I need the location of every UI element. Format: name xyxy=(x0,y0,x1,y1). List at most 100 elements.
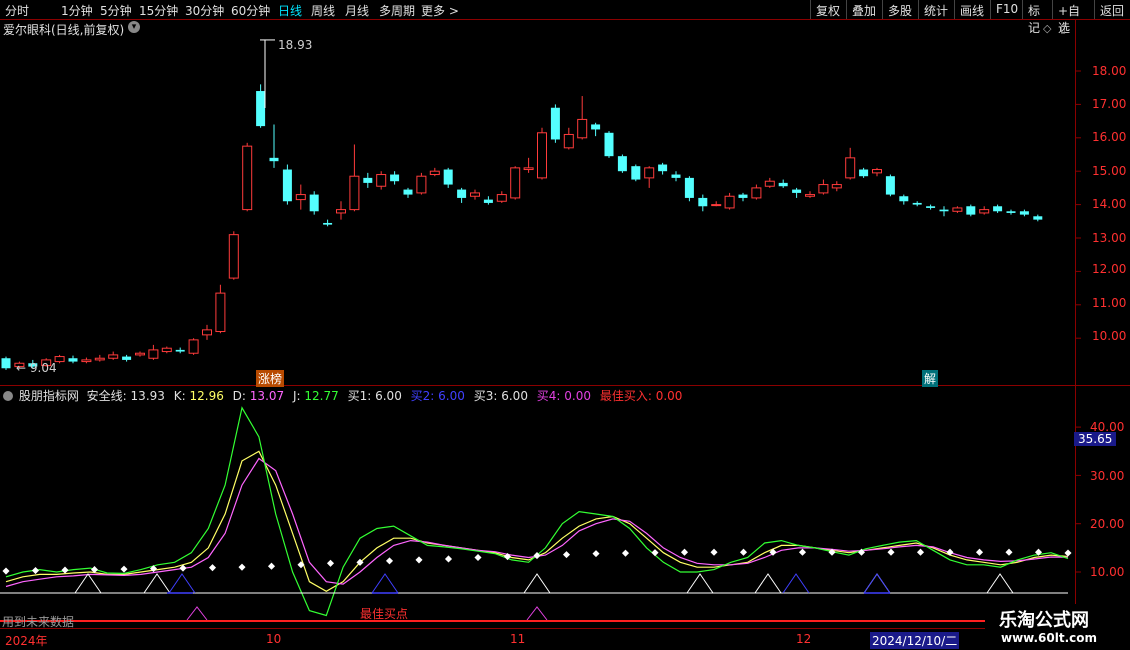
safe-line-dot xyxy=(739,548,748,556)
candle-body xyxy=(631,166,641,180)
candle-body xyxy=(523,167,534,171)
high-price-label: 18.93 xyxy=(278,38,313,52)
buy1-value: 6.00 xyxy=(375,389,402,403)
watermark-url: www.60lt.com xyxy=(1001,631,1098,645)
candle-body xyxy=(831,184,842,189)
candle-body xyxy=(349,175,360,211)
chart-canvas[interactable] xyxy=(0,0,1130,650)
price-tick: 17.00 xyxy=(1092,97,1127,111)
safe-line-dot xyxy=(31,567,40,575)
candle-body xyxy=(550,107,560,140)
candle-body xyxy=(282,169,292,202)
candle-body xyxy=(591,124,601,130)
candle-body xyxy=(966,206,976,215)
safe-line-dot xyxy=(975,548,984,556)
price-tick: 13.00 xyxy=(1092,231,1127,245)
candle-body xyxy=(671,174,681,178)
indicator-circle-icon[interactable] xyxy=(3,391,13,401)
candle-body xyxy=(122,356,132,360)
watermark-box: 乐淘公式网 www.60lt.com xyxy=(985,604,1130,650)
indicator-tick: 20.00 xyxy=(1090,517,1125,531)
candle-body xyxy=(256,91,266,127)
diamond-icon[interactable]: ◇ xyxy=(1043,22,1051,35)
k-line xyxy=(5,450,1069,592)
j-value: 12.77 xyxy=(304,389,339,403)
safe-line-dot xyxy=(1005,548,1013,556)
safe-line-dot xyxy=(208,564,217,572)
panel-toggle-icon[interactable]: ▯ xyxy=(1060,22,1066,35)
candle-body xyxy=(778,182,788,187)
current-value-badge: 35.65 xyxy=(1074,432,1117,446)
best-buy-label: 最佳买入: xyxy=(599,389,652,403)
candle-body xyxy=(698,197,708,207)
candle-body xyxy=(563,133,574,149)
candle-body xyxy=(979,209,990,214)
date-label: 11 xyxy=(510,632,526,646)
indicator-header: 股朋指标网 安全线: 13.93 K: 12.96 D: 13.07 J: 12… xyxy=(3,387,682,404)
candle-body xyxy=(242,145,253,211)
candle-body xyxy=(845,157,856,179)
price-tick: 11.00 xyxy=(1092,296,1127,310)
buy2-label: 买2: xyxy=(410,389,435,403)
candle-body xyxy=(470,192,480,197)
candle-body xyxy=(175,349,185,352)
candle-body xyxy=(403,189,413,195)
candle-body xyxy=(443,169,453,185)
safe-line-dot xyxy=(120,565,128,573)
candle-body xyxy=(792,189,802,193)
candle-body xyxy=(496,194,507,202)
candle-body xyxy=(81,359,92,363)
candle-body xyxy=(269,157,279,162)
candle-body xyxy=(952,207,963,212)
candle-body xyxy=(148,349,159,359)
candle-body xyxy=(135,352,145,356)
unlock-tag[interactable]: 解 xyxy=(922,370,939,387)
candle-body xyxy=(939,209,949,212)
candle-body xyxy=(390,174,400,182)
k-value: 12.96 xyxy=(189,389,224,403)
limit-up-tag[interactable]: 涨榜 xyxy=(256,370,285,387)
candle-body xyxy=(295,194,306,201)
safe-line-dot xyxy=(1064,549,1072,557)
candlestick-series xyxy=(1,39,1043,370)
candle-body xyxy=(926,206,936,208)
d-label: D: xyxy=(232,389,246,403)
safe-line-dot xyxy=(887,548,895,556)
price-tick: 10.00 xyxy=(1092,329,1127,343)
candle-body xyxy=(323,222,333,225)
safe-line-dot xyxy=(444,555,453,563)
candle-body xyxy=(899,196,909,202)
candle-body xyxy=(1006,211,1016,213)
k-label: K: xyxy=(173,389,186,403)
safe-line-dot xyxy=(326,559,335,567)
price-tick: 12.00 xyxy=(1092,262,1127,276)
price-tick: 14.00 xyxy=(1092,197,1127,211)
candle-body xyxy=(108,354,119,359)
candle-body xyxy=(161,347,172,353)
date-label: 12 xyxy=(796,632,812,646)
candle-body xyxy=(336,209,346,214)
future-data-note: 用到未来数据 xyxy=(2,615,75,629)
buy3-value: 6.00 xyxy=(501,389,528,403)
candle-body xyxy=(416,175,427,194)
candle-body xyxy=(228,234,239,279)
watermark-title: 乐淘公式网 xyxy=(999,610,1089,631)
candle-body xyxy=(711,204,722,207)
stock-title: 爱尔眼科(日线,前复权) xyxy=(3,23,125,37)
safe-line-dot xyxy=(297,561,305,569)
safe-line-dot xyxy=(710,548,718,556)
candle-body xyxy=(309,194,319,212)
buy4-triangle xyxy=(526,606,548,621)
safe-line-dot xyxy=(680,548,689,556)
chevron-down-icon[interactable]: ▾ xyxy=(128,21,140,33)
best-buy-point-label: 最佳买点 xyxy=(360,607,409,621)
candle-body xyxy=(684,177,694,198)
candle-body xyxy=(764,180,775,187)
price-tick: 16.00 xyxy=(1092,130,1127,144)
j-line xyxy=(5,406,1069,617)
buy4-triangle xyxy=(186,606,208,621)
d-value: 13.07 xyxy=(249,389,285,403)
safe-line-dot xyxy=(61,566,69,574)
candle-body xyxy=(805,194,815,197)
indicator-name: 股朋指标网 xyxy=(18,389,79,403)
